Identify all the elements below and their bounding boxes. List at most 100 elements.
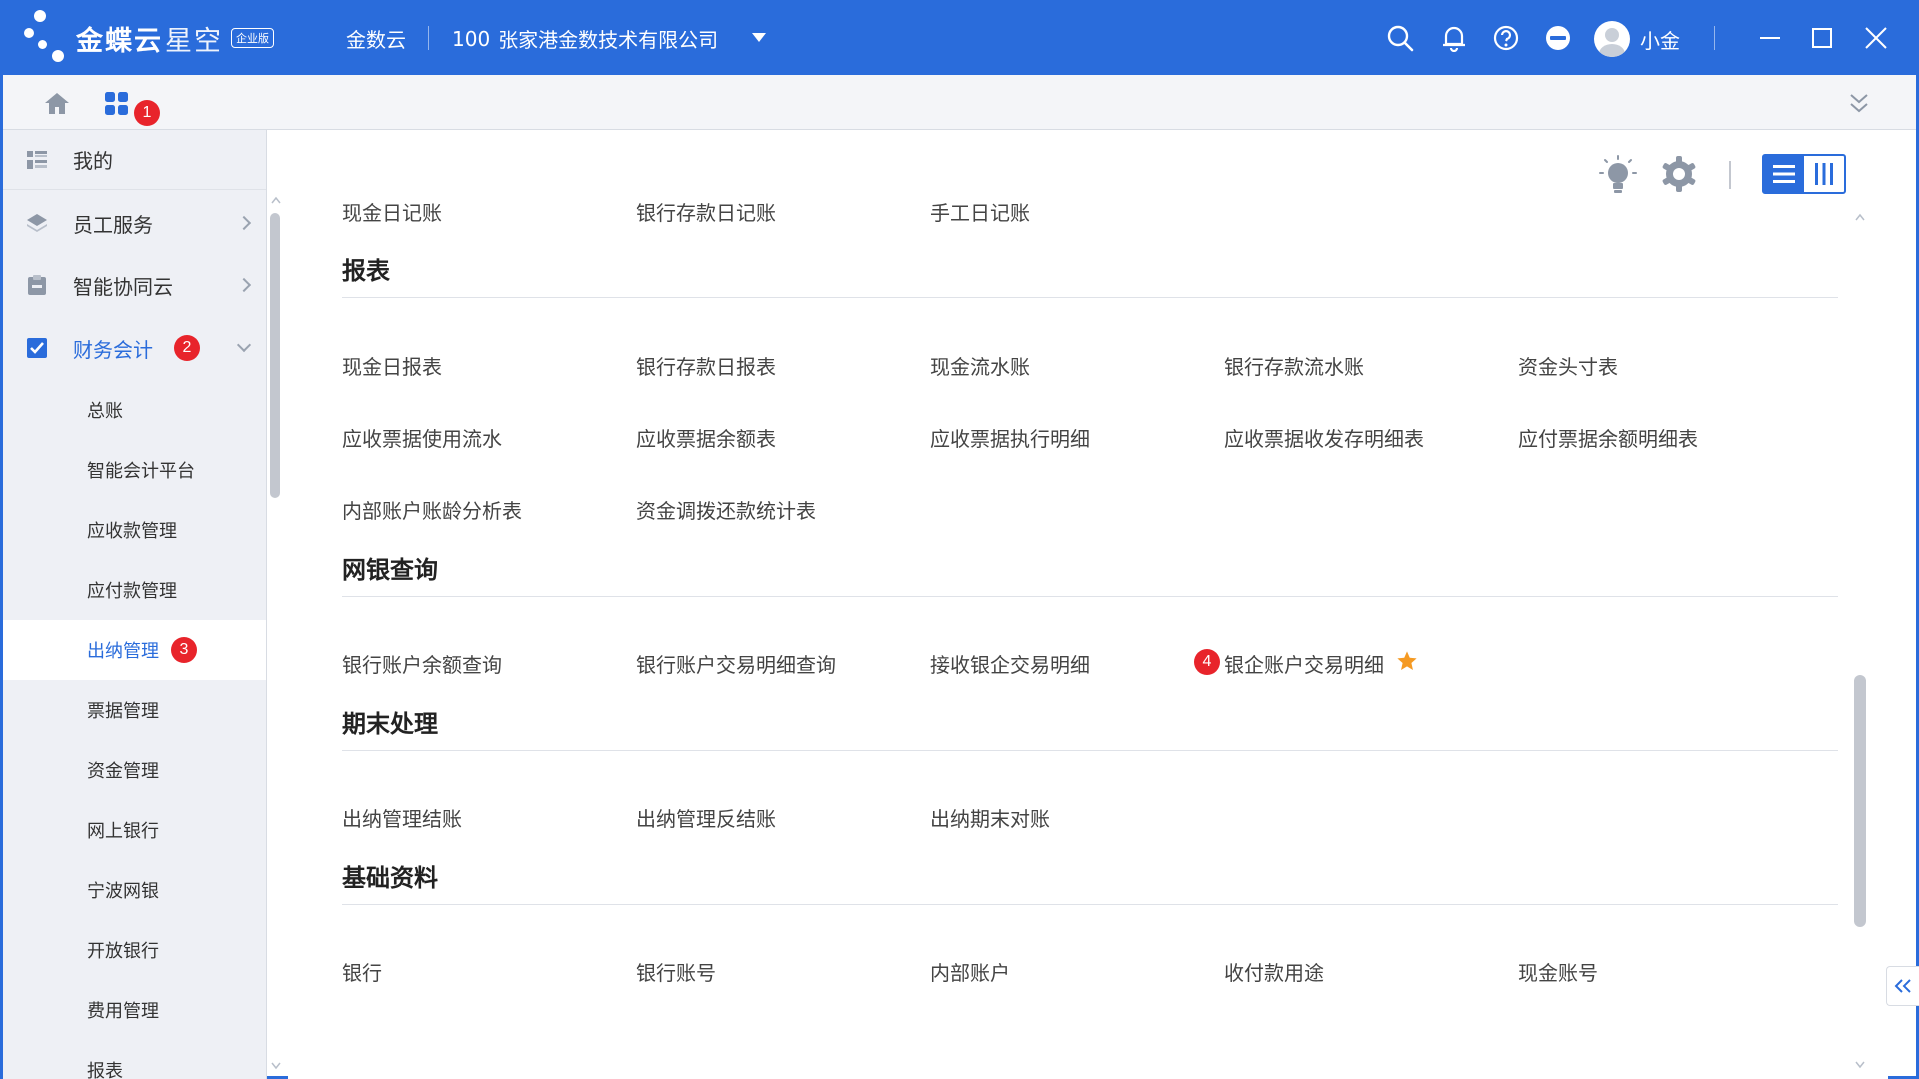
search-icon[interactable] [1386,24,1414,52]
menu-link[interactable]: 现金账号 [1518,957,1598,986]
menu-link[interactable]: 银行账户交易明细查询 [636,649,836,678]
sidebar-subitem-cashier[interactable]: 出纳管理 3 [3,620,266,680]
menu-link[interactable]: 银行存款流水账 [1224,351,1364,380]
menu-link[interactable]: 资金调拨还款统计表 [636,495,816,524]
menu-link[interactable]: 银行 [342,957,382,986]
close-icon[interactable] [1862,24,1890,52]
user-name: 小金 [1640,28,1680,53]
menu-link[interactable]: 出纳管理结账 [342,803,462,832]
chevron-right-icon [236,215,252,231]
sidebar-subitem[interactable]: 费用管理 [3,980,266,1040]
org-code: 100 [452,26,491,51]
section-title: 期末处理 [342,710,438,738]
chevron-down-icon [236,337,252,353]
sidebar-item-mine[interactable]: 我的 [3,130,266,190]
app-name[interactable]: 金数云 [346,24,406,53]
menu-link[interactable]: 应付票据余额明细表 [1518,423,1698,452]
list-view-icon[interactable] [1764,156,1804,192]
chevron-down-icon[interactable] [752,33,766,42]
sidebar-subitem-label: 资金管理 [87,761,159,782]
menu-link[interactable]: 应收票据执行明细 [930,423,1090,452]
menu-link[interactable]: 银行存款日记账 [636,197,776,226]
section-reports: 报表 [342,251,1838,298]
org-name: 张家港金数技术有限公司 [498,28,719,52]
section-online-banking: 网银查询 [342,550,1838,597]
menu-link[interactable]: 资金头寸表 [1518,351,1618,380]
menu-link[interactable]: 收付款用途 [1224,957,1324,986]
menu-link[interactable]: 应收票据使用流水 [342,423,502,452]
divider [342,904,1838,905]
sidebar-item-employee-services[interactable]: 员工服务 [3,192,266,254]
layers-icon [27,214,47,232]
sidebar-subitem[interactable]: 智能会计平台 [3,440,266,500]
sidebar-subitem-label: 智能会计平台 [87,461,195,482]
menu-link[interactable]: 手工日记账 [930,197,1030,226]
home-icon[interactable] [44,91,70,115]
sidebar-subitem[interactable]: 票据管理 [3,680,266,740]
star-icon[interactable] [1396,650,1418,672]
step-badge: 3 [171,637,197,663]
view-toggle[interactable] [1762,154,1846,194]
sidebar-subitem[interactable]: 应付款管理 [3,560,266,620]
sidebar-subitem-label: 应付款管理 [87,581,177,602]
sidebar-subitem[interactable]: 宁波网银 [3,860,266,920]
divider [1714,26,1715,50]
sidebar-item-label: 员工服务 [73,212,153,237]
double-chevron-down-icon[interactable] [1848,91,1870,115]
lightbulb-icon[interactable] [1598,155,1638,197]
divider [342,297,1838,298]
bell-icon[interactable] [1440,24,1468,52]
avatar [1594,21,1630,57]
menu-link[interactable]: 内部账户账龄分析表 [342,495,522,524]
sidebar-subitem[interactable]: 开放银行 [3,920,266,980]
sidebar-subitem[interactable]: 资金管理 [3,740,266,800]
menu-link-bank-enterprise-detail[interactable]: 银企账户交易明细 [1224,649,1384,678]
minus-circle-icon[interactable] [1544,24,1572,52]
sidebar-subitem-label: 票据管理 [87,701,159,722]
sidebar-subitem[interactable]: 应收款管理 [3,500,266,560]
minimize-icon[interactable] [1756,24,1784,52]
collapse-panel-button[interactable] [1886,966,1919,1006]
sidebar-subitem[interactable]: 总账 [3,380,266,440]
menu-link[interactable]: 应收票据收发存明细表 [1224,423,1424,452]
menu-link[interactable]: 现金日记账 [342,197,442,226]
divider [342,596,1838,597]
sidebar-item-smart-collab[interactable]: 智能协同云 [3,254,266,316]
menu-link[interactable]: 银行账号 [636,957,716,986]
section-period-end: 期末处理 [342,704,1838,751]
column-view-icon[interactable] [1804,156,1844,192]
step-badge: 4 [1194,649,1220,675]
sidebar-item-label: 财务会计 [73,337,153,362]
menu-link[interactable]: 应收票据余额表 [636,423,776,452]
main-scrollbar[interactable] [1854,675,1866,927]
divider [428,26,429,50]
menu-link[interactable]: 出纳管理反结账 [636,803,776,832]
help-icon[interactable] [1492,24,1520,52]
menu-link[interactable]: 银行账户余额查询 [342,649,502,678]
scroll-up-icon[interactable] [271,196,281,204]
logo: 金蝶云星空 企业版 [24,10,274,66]
gear-icon[interactable] [1660,155,1698,193]
org-selector[interactable]: 100 张家港金数技术有限公司 [452,24,718,53]
clipboard-icon [28,275,46,295]
sidebar-subitem[interactable]: 网上银行 [3,800,266,860]
scroll-up-icon[interactable] [1855,213,1865,221]
menu-link[interactable]: 出纳期末对账 [930,803,1050,832]
sidebar-scrollbar[interactable] [270,213,280,498]
maximize-icon[interactable] [1808,24,1836,52]
top-bar: 金蝶云星空 企业版 金数云 100 张家港金数技术有限公司 小金 [0,0,1919,75]
scroll-down-icon[interactable] [271,1062,281,1070]
sidebar-subitem[interactable]: 报表 [3,1040,266,1079]
menu-link[interactable]: 内部账户 [930,957,1010,986]
menu-link[interactable]: 接收银企交易明细 [930,649,1090,678]
grid-icon[interactable] [104,91,130,117]
sidebar-item-finance[interactable]: 财务会计 2 [3,316,266,380]
step-badge: 2 [174,335,200,361]
menu-link[interactable]: 银行存款日报表 [636,351,776,380]
menu-link[interactable]: 现金日报表 [342,351,442,380]
sidebar-item-label: 智能协同云 [73,274,173,299]
scroll-down-icon[interactable] [1855,1061,1865,1069]
menu-link[interactable]: 现金流水账 [930,351,1030,380]
divider [342,750,1838,751]
user-menu[interactable]: 小金 [1594,21,1680,57]
